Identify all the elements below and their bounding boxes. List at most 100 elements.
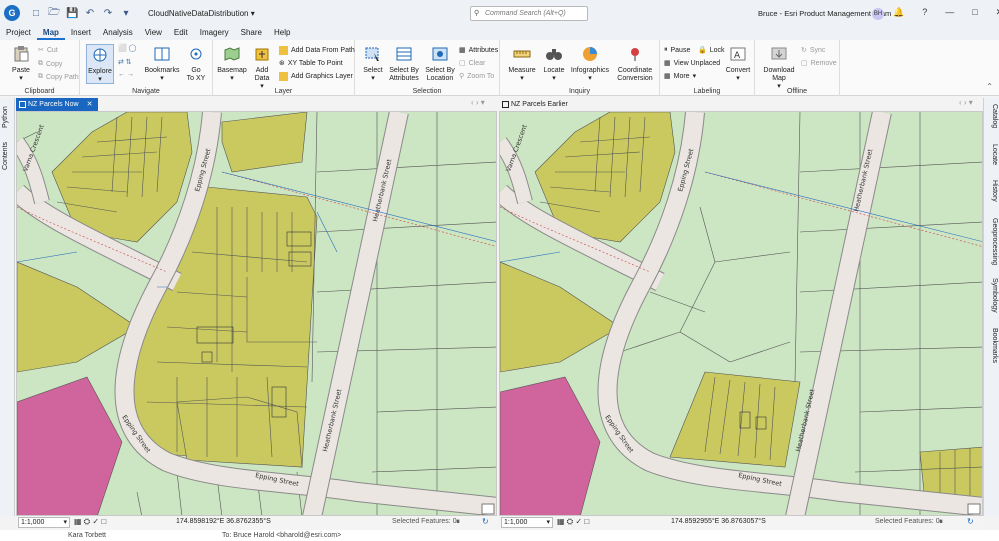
- group-label: Navigate: [132, 88, 160, 95]
- more-labeling-button[interactable]: ▦ More ▾: [664, 72, 696, 81]
- map-overview-icon[interactable]: [967, 503, 981, 515]
- quick-access-toolbar: □ 🗁 💾 ↶ ↷ ▾: [30, 5, 132, 22]
- notification-icon[interactable]: 🔔: [893, 7, 904, 18]
- fixed-zoom-icon[interactable]: ⇄ ⇅: [118, 58, 132, 66]
- bookmarks-button[interactable]: Bookmarks ▾: [144, 46, 180, 83]
- basemap-icon: [224, 47, 240, 61]
- tab-view[interactable]: View: [139, 26, 168, 40]
- select-button[interactable]: Select ▾: [359, 46, 387, 83]
- copy-path-button[interactable]: ⧉ Copy Path: [38, 73, 79, 81]
- add-data-from-path-button[interactable]: Add Data From Path: [279, 46, 355, 55]
- map-view-earlier[interactable]: Varna Crescent Epping Street Heatherbank…: [499, 111, 983, 516]
- pane-tab-python[interactable]: Python: [2, 106, 9, 128]
- pane-tab-history[interactable]: History: [991, 180, 998, 202]
- explore-button[interactable]: Explore ▾: [86, 44, 114, 84]
- cut-button[interactable]: ✂ Cut: [38, 46, 58, 55]
- scale-selector[interactable]: 1:1,000 ▾: [18, 517, 70, 528]
- scale-selector[interactable]: 1:1,000 ▾: [501, 517, 553, 528]
- ruler-icon: [513, 50, 531, 58]
- offline-group: Download Map ▾ ↻ Sync ▢ Remove Offline: [755, 40, 840, 96]
- pane-tab-geoprocessing[interactable]: Geoprocessing: [991, 218, 998, 265]
- copy-path-icon: ⧉: [38, 73, 43, 80]
- clear-selection-button[interactable]: ▢ Clear: [459, 59, 485, 68]
- explore-icon: [93, 48, 107, 62]
- title-bar: G □ 🗁 💾 ↶ ↷ ▾ CloudNativeDataDistributio…: [0, 0, 999, 26]
- view-tabstrip-right: NZ Parcels Earlier ‹ › ▾: [499, 98, 983, 111]
- new-project-icon[interactable]: □: [30, 8, 42, 19]
- basemap-button[interactable]: Basemap ▾: [217, 46, 247, 83]
- help-icon[interactable]: ?: [922, 7, 927, 18]
- left-dock: Python Contents: [0, 98, 15, 516]
- infographics-button[interactable]: Infographics ▾: [570, 46, 610, 83]
- refresh-icon[interactable]: ↻: [482, 517, 489, 526]
- add-path-icon: [279, 46, 288, 55]
- map-nav-tools-icons[interactable]: ▦ ⛭ ✓ □: [74, 517, 106, 527]
- tab-analysis[interactable]: Analysis: [97, 26, 139, 40]
- previous-extent-icon[interactable]: ← →: [118, 71, 134, 78]
- redo-icon[interactable]: ↷: [102, 8, 114, 19]
- remove-icon: ▢: [801, 60, 808, 67]
- attributes-table-icon: ▦: [459, 47, 466, 54]
- close-tab-icon[interactable]: ✕: [87, 101, 93, 108]
- tab-insert[interactable]: Insert: [65, 26, 97, 40]
- map-nav-tools-icons[interactable]: ▦ ⛭ ✓ □: [557, 517, 589, 527]
- command-search-input[interactable]: ⚲ Command Search (Alt+Q): [470, 6, 588, 21]
- undo-icon[interactable]: ↶: [84, 8, 96, 19]
- group-label: Inquiry: [568, 88, 590, 95]
- zoom-to-selection-button[interactable]: ⚲ Zoom To: [459, 72, 494, 81]
- view-tab-nz-parcels-earlier[interactable]: NZ Parcels Earlier: [499, 98, 574, 111]
- remove-button[interactable]: ▢ Remove: [801, 59, 837, 68]
- pane-tab-locate[interactable]: Locate: [991, 144, 998, 165]
- open-folder-icon[interactable]: 🗁: [48, 5, 60, 22]
- tab-share[interactable]: Share: [235, 26, 268, 40]
- maximize-icon[interactable]: □: [972, 7, 977, 18]
- select-by-location-button[interactable]: Select By Location: [423, 46, 457, 83]
- tab-scroll-arrows[interactable]: ‹ › ▾: [471, 98, 485, 107]
- pane-tab-bookmarks[interactable]: Bookmarks: [991, 328, 998, 363]
- lock-labeling-button[interactable]: 🔒 Lock: [698, 46, 725, 55]
- save-icon[interactable]: 💾: [66, 8, 78, 19]
- tab-help[interactable]: Help: [268, 26, 296, 40]
- view-unplaced-button[interactable]: ▦ View Unplaced: [664, 59, 720, 68]
- coordinate-conversion-button[interactable]: Coordinate Conversion: [614, 46, 656, 83]
- tab-edit[interactable]: Edit: [168, 26, 194, 40]
- pause-labeling-button[interactable]: ⏸ Pause: [664, 46, 690, 54]
- view-tab-nz-parcels-now[interactable]: NZ Parcels Now ✕: [16, 98, 99, 111]
- dropdown-icon[interactable]: ▾: [120, 8, 132, 19]
- paste-button[interactable]: Paste ▾: [6, 46, 36, 83]
- pane-tab-catalog[interactable]: Catalog: [991, 104, 998, 128]
- background-text-left: Kara Torbett: [68, 532, 107, 539]
- pane-tab-contents[interactable]: Contents: [2, 142, 9, 170]
- pause-drawing-icon[interactable]: ⏸: [456, 517, 460, 527]
- locate-button[interactable]: Locate ▾: [540, 46, 568, 83]
- add-data-button[interactable]: Add Data ▾: [249, 46, 275, 91]
- map-view-now[interactable]: Varna Crescent Epping Street Heatherbank…: [16, 111, 497, 516]
- add-graphics-layer-button[interactable]: Add Graphics Layer: [279, 72, 353, 81]
- tab-project[interactable]: Project: [0, 26, 37, 40]
- map-overview-icon[interactable]: [481, 503, 495, 515]
- pause-icon: ⏸: [664, 46, 668, 53]
- collapse-ribbon-icon[interactable]: ⌃: [986, 82, 993, 91]
- sync-button[interactable]: ↻ Sync: [801, 46, 825, 55]
- minimize-icon[interactable]: —: [945, 7, 954, 18]
- pause-drawing-icon[interactable]: ⏸: [939, 517, 943, 527]
- measure-button[interactable]: Measure ▾: [506, 46, 538, 83]
- xy-table-to-point-button[interactable]: ⊛ XY Table To Point: [279, 59, 343, 68]
- group-label: Selection: [412, 88, 442, 95]
- attributes-button[interactable]: ▦ Attributes: [459, 46, 498, 55]
- refresh-icon[interactable]: ↻: [967, 517, 974, 526]
- tab-scroll-arrows[interactable]: ‹ › ▾: [959, 98, 973, 107]
- tab-map[interactable]: Map: [36, 26, 65, 40]
- tab-imagery[interactable]: Imagery: [194, 26, 235, 40]
- go-to-xy-button[interactable]: Go To XY: [182, 46, 210, 83]
- select-by-attributes-button[interactable]: Select By Attributes: [387, 46, 421, 83]
- zoom-full-icon[interactable]: ⬜ ◯: [118, 44, 137, 52]
- download-map-button[interactable]: Download Map ▾: [761, 46, 797, 91]
- coordinate-readout: 174.8592955°E 36.8763057°S: [671, 518, 766, 525]
- binoculars-icon: [546, 49, 562, 60]
- avatar[interactable]: BH: [872, 8, 884, 20]
- document-title[interactable]: CloudNativeDataDistribution ▾: [148, 9, 255, 18]
- copy-button[interactable]: ⧉ Copy: [38, 60, 62, 68]
- convert-labels-button[interactable]: A Convert ▾: [724, 46, 752, 83]
- pane-tab-symbology[interactable]: Symbology: [991, 278, 998, 313]
